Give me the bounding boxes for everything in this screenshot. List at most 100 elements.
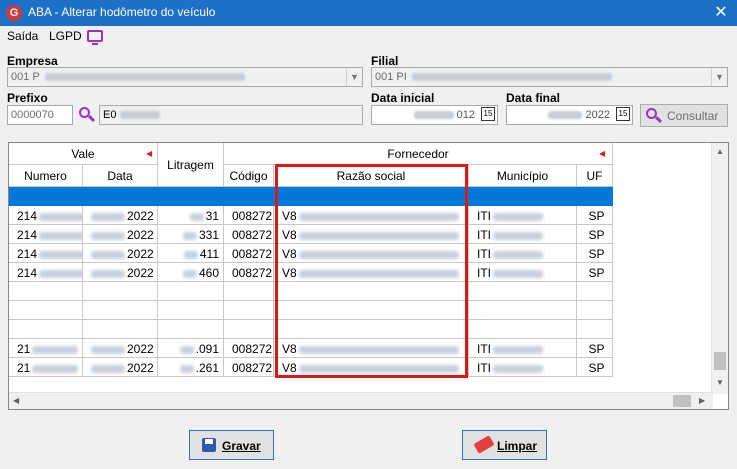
calendar-icon[interactable]: 15 xyxy=(481,107,495,121)
cell-text: 2022 xyxy=(127,247,154,261)
calendar-icon[interactable]: 15 xyxy=(616,107,630,121)
header-data[interactable]: Data xyxy=(83,165,158,187)
gravar-button[interactable]: Gravar xyxy=(189,430,274,460)
cell-razao xyxy=(274,282,469,301)
scroll-up-icon[interactable]: ▲ xyxy=(716,147,724,156)
data-final-label: Data final xyxy=(506,91,561,105)
gravar-label: Gravar xyxy=(222,439,261,453)
header-uf[interactable]: UF xyxy=(577,165,613,187)
cell-text: 008272 xyxy=(232,266,273,280)
scroll-thumb-horizontal[interactable] xyxy=(673,395,691,407)
limpar-button[interactable]: Limpar xyxy=(462,430,547,460)
cell-razao: V8 xyxy=(274,358,469,377)
cell-text: ITI xyxy=(477,342,491,356)
menu-item-lgpd[interactable]: LGPD xyxy=(49,29,82,43)
cell-litragem: 331 xyxy=(158,225,224,244)
prefixo-label: Prefixo xyxy=(7,91,48,105)
vertical-scrollbar[interactable]: ▲ ▼ xyxy=(711,143,728,394)
cell-data: 2022 xyxy=(83,244,158,263)
scroll-left-icon[interactable]: ◀ xyxy=(13,396,19,405)
header-fornecedor[interactable]: Fornecedor xyxy=(224,143,613,165)
cell-text: 2022 xyxy=(127,342,154,356)
window-title: ABA - Alterar hodômetro do veículo xyxy=(28,5,216,19)
empresa-label: Empresa xyxy=(7,54,58,68)
empresa-select[interactable]: 001 P ▼ xyxy=(7,67,363,87)
cell-text: ITI xyxy=(477,247,491,261)
redacted-text xyxy=(548,111,583,120)
cell-text: V8 xyxy=(282,266,297,280)
cell-text: 008272 xyxy=(232,209,273,223)
header-codigo[interactable]: Código xyxy=(224,165,274,187)
cell-text: 2022 xyxy=(127,228,154,242)
data-final-value: 2022 xyxy=(585,109,610,121)
cell-text: 008272 xyxy=(232,342,273,356)
cell-mun xyxy=(469,282,577,301)
scroll-right-icon[interactable]: ▶ xyxy=(699,396,705,405)
cell-codigo: 008272 xyxy=(224,244,274,263)
cell-text: 214 xyxy=(17,209,38,223)
header-vale-label: Vale xyxy=(71,147,95,161)
data-final-input[interactable]: 2022 15 xyxy=(506,105,633,125)
cell-uf: SP xyxy=(577,339,613,358)
cell-litragem xyxy=(158,282,224,301)
app-icon: G xyxy=(6,5,22,21)
data-inicial-label: Data inicial xyxy=(371,91,435,105)
header-municipio[interactable]: Município xyxy=(469,165,577,187)
vales-grid[interactable]: Vale ◀ Litragem Fornecedor ◀ Numero Data… xyxy=(8,142,729,410)
cell-text: SP xyxy=(588,361,605,375)
cell-text: 2022 xyxy=(127,361,154,375)
cell-razao: V8 xyxy=(274,263,469,282)
menu-item-saida[interactable]: Saída xyxy=(7,29,38,43)
menu-bar: Saída LGPD xyxy=(0,26,737,46)
cell-numero: 214 xyxy=(9,206,83,225)
filial-value: 001 PI xyxy=(375,71,407,83)
redacted-text xyxy=(119,111,160,120)
cell-text: SP xyxy=(588,266,605,280)
cell-data xyxy=(83,282,158,301)
redacted-text xyxy=(411,73,612,82)
header-vale[interactable]: Vale xyxy=(9,143,158,165)
chevron-down-icon[interactable]: ▼ xyxy=(346,68,362,86)
cell-text: SP xyxy=(588,247,605,261)
header-litragem[interactable]: Litragem xyxy=(158,143,224,187)
header-razao-social[interactable]: Razão social xyxy=(274,165,469,187)
cell-litragem xyxy=(158,301,224,320)
cell-text: SP xyxy=(588,342,605,356)
cell-numero: 214 xyxy=(9,263,83,282)
search-icon[interactable] xyxy=(77,105,97,125)
cell-litragem: 460 xyxy=(158,263,224,282)
horizontal-scrollbar[interactable]: ◀ ▶ xyxy=(9,392,713,409)
cell-uf xyxy=(577,320,613,339)
cell-uf: SP xyxy=(577,358,613,377)
consultar-button[interactable]: Consultar xyxy=(640,104,728,127)
cell-text: ITI xyxy=(477,361,491,375)
cell-text: 008272 xyxy=(232,228,273,242)
header-numero[interactable]: Numero xyxy=(9,165,83,187)
filial-select[interactable]: 001 PI ▼ xyxy=(371,67,728,87)
cell-text: SP xyxy=(588,209,605,223)
consultar-label: Consultar xyxy=(667,109,719,123)
cell-codigo: 008272 xyxy=(224,263,274,282)
redacted-text xyxy=(413,111,454,120)
cell-text: SP xyxy=(588,228,605,242)
cell-mun: ITI xyxy=(469,244,577,263)
cell-text: ITI xyxy=(477,209,491,223)
scroll-down-icon[interactable]: ▼ xyxy=(716,378,724,387)
cell-text: 214 xyxy=(17,228,38,242)
scroll-thumb[interactable] xyxy=(714,352,726,370)
eraser-icon xyxy=(473,435,495,454)
chevron-down-icon[interactable]: ▼ xyxy=(711,68,727,86)
cell-uf xyxy=(577,301,613,320)
cell-text: V8 xyxy=(282,228,297,242)
data-inicial-input[interactable]: 012 15 xyxy=(371,105,498,125)
table-row[interactable] xyxy=(9,187,613,206)
cell-text: .261 xyxy=(195,361,219,375)
monitor-icon[interactable] xyxy=(87,30,103,45)
cell-numero: 214 xyxy=(9,225,83,244)
prefixo-input[interactable]: 0000070 xyxy=(7,105,73,125)
cell-codigo xyxy=(224,282,274,301)
close-icon[interactable]: ✕ xyxy=(711,3,731,23)
cell-data xyxy=(83,301,158,320)
cell-codigo xyxy=(224,320,274,339)
sort-arrow-icon: ◀ xyxy=(599,149,606,158)
